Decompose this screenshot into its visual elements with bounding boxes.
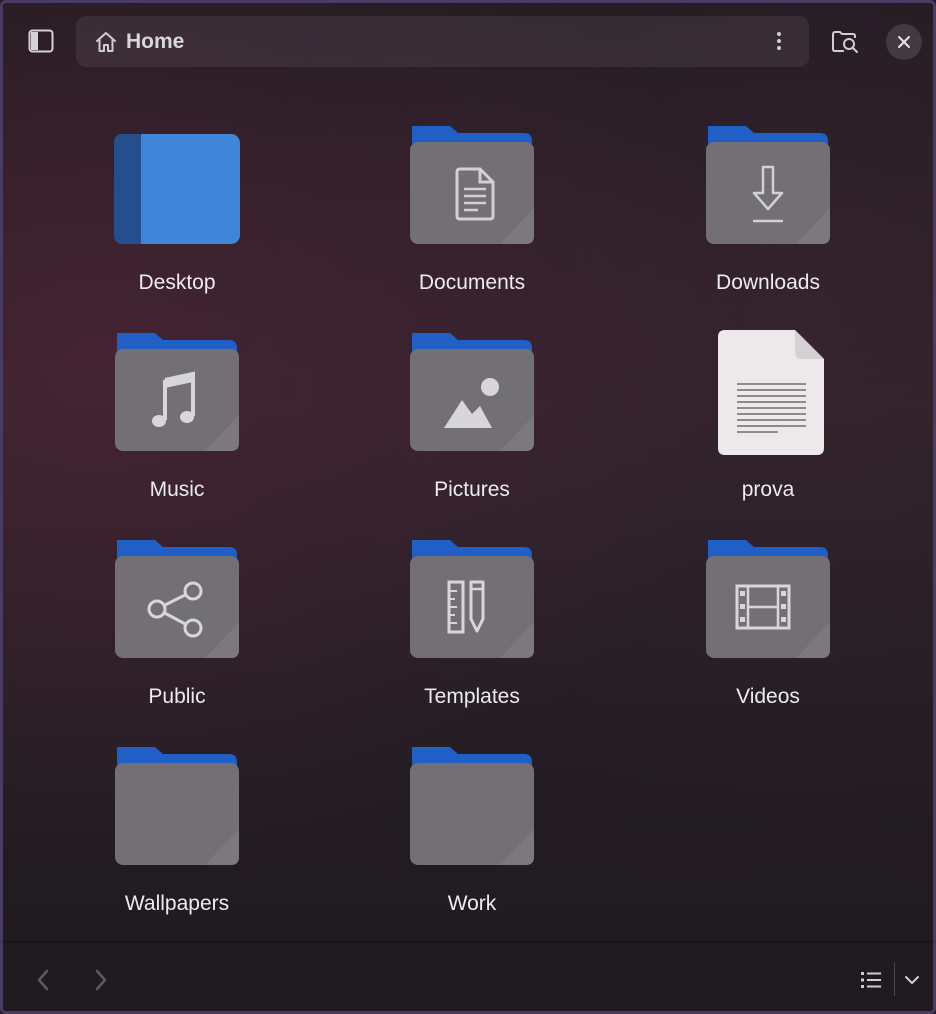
item-label: Templates <box>424 685 520 708</box>
downloads-folder-icon <box>706 126 830 244</box>
videos-folder-icon <box>706 540 830 658</box>
grid-item-wallpapers[interactable]: Wallpapers <box>57 744 297 934</box>
folder-icon <box>115 747 239 865</box>
path-home-crumb[interactable]: Home <box>94 30 184 54</box>
home-icon <box>96 31 116 52</box>
view-mode-button[interactable] <box>851 960 891 1000</box>
documents-folder-icon <box>410 126 534 244</box>
item-label: Music <box>149 478 205 501</box>
close-window-button[interactable] <box>886 24 922 60</box>
folder-icon <box>410 747 534 865</box>
grid-item-public[interactable]: Public <box>57 537 297 727</box>
item-label: Downloads <box>716 271 820 294</box>
item-label: Documents <box>418 271 526 294</box>
grid-item-templates[interactable]: Templates <box>352 537 592 727</box>
grid-item-music[interactable]: Music <box>57 330 297 520</box>
item-label: Public <box>148 685 206 708</box>
bottom-toolbar <box>3 941 933 1011</box>
back-button[interactable] <box>23 960 63 1000</box>
path-menu-button[interactable] <box>763 25 795 57</box>
close-icon <box>898 36 910 48</box>
chevron-right-icon <box>95 969 107 991</box>
forward-button[interactable] <box>81 960 121 1000</box>
item-label: Pictures <box>434 478 510 501</box>
chevron-left-icon <box>37 969 49 991</box>
public-folder-icon <box>115 540 239 658</box>
folder-search-icon <box>832 31 858 53</box>
item-label: Desktop <box>138 271 216 294</box>
item-label: prova <box>741 478 795 501</box>
desktop-folder-icon <box>114 134 240 244</box>
view-options-dropdown[interactable] <box>896 960 928 1000</box>
grid-item-desktop[interactable]: Desktop <box>57 123 297 313</box>
toggle-sidebar-button[interactable] <box>21 21 61 61</box>
grid-item-videos[interactable]: Videos <box>648 537 888 727</box>
grid-item-prova[interactable]: prova <box>648 330 888 520</box>
grid-item-work[interactable]: Work <box>352 744 592 934</box>
item-label: Wallpapers <box>124 892 230 915</box>
header-bar: Home <box>3 3 933 81</box>
item-label: Work <box>447 892 497 915</box>
grid-item-documents[interactable]: Documents <box>352 123 592 313</box>
more-vertical-icon <box>777 32 781 50</box>
toolbar-separator <box>894 962 895 996</box>
list-view-icon <box>861 972 881 988</box>
file-manager-window: Home Desktop Documents Downloads Music P… <box>0 0 936 1014</box>
item-label: Videos <box>736 685 800 708</box>
pictures-folder-icon <box>410 333 534 451</box>
grid-item-downloads[interactable]: Downloads <box>648 123 888 313</box>
sidebar-icon <box>28 29 54 53</box>
templates-folder-icon <box>410 540 534 658</box>
path-label: Home <box>126 29 185 53</box>
chevron-down-icon <box>905 976 919 984</box>
path-bar[interactable]: Home <box>76 16 809 67</box>
grid-item-pictures[interactable]: Pictures <box>352 330 592 520</box>
search-folder-button[interactable] <box>825 21 865 61</box>
music-folder-icon <box>115 333 239 451</box>
text-file-icon <box>718 330 824 455</box>
